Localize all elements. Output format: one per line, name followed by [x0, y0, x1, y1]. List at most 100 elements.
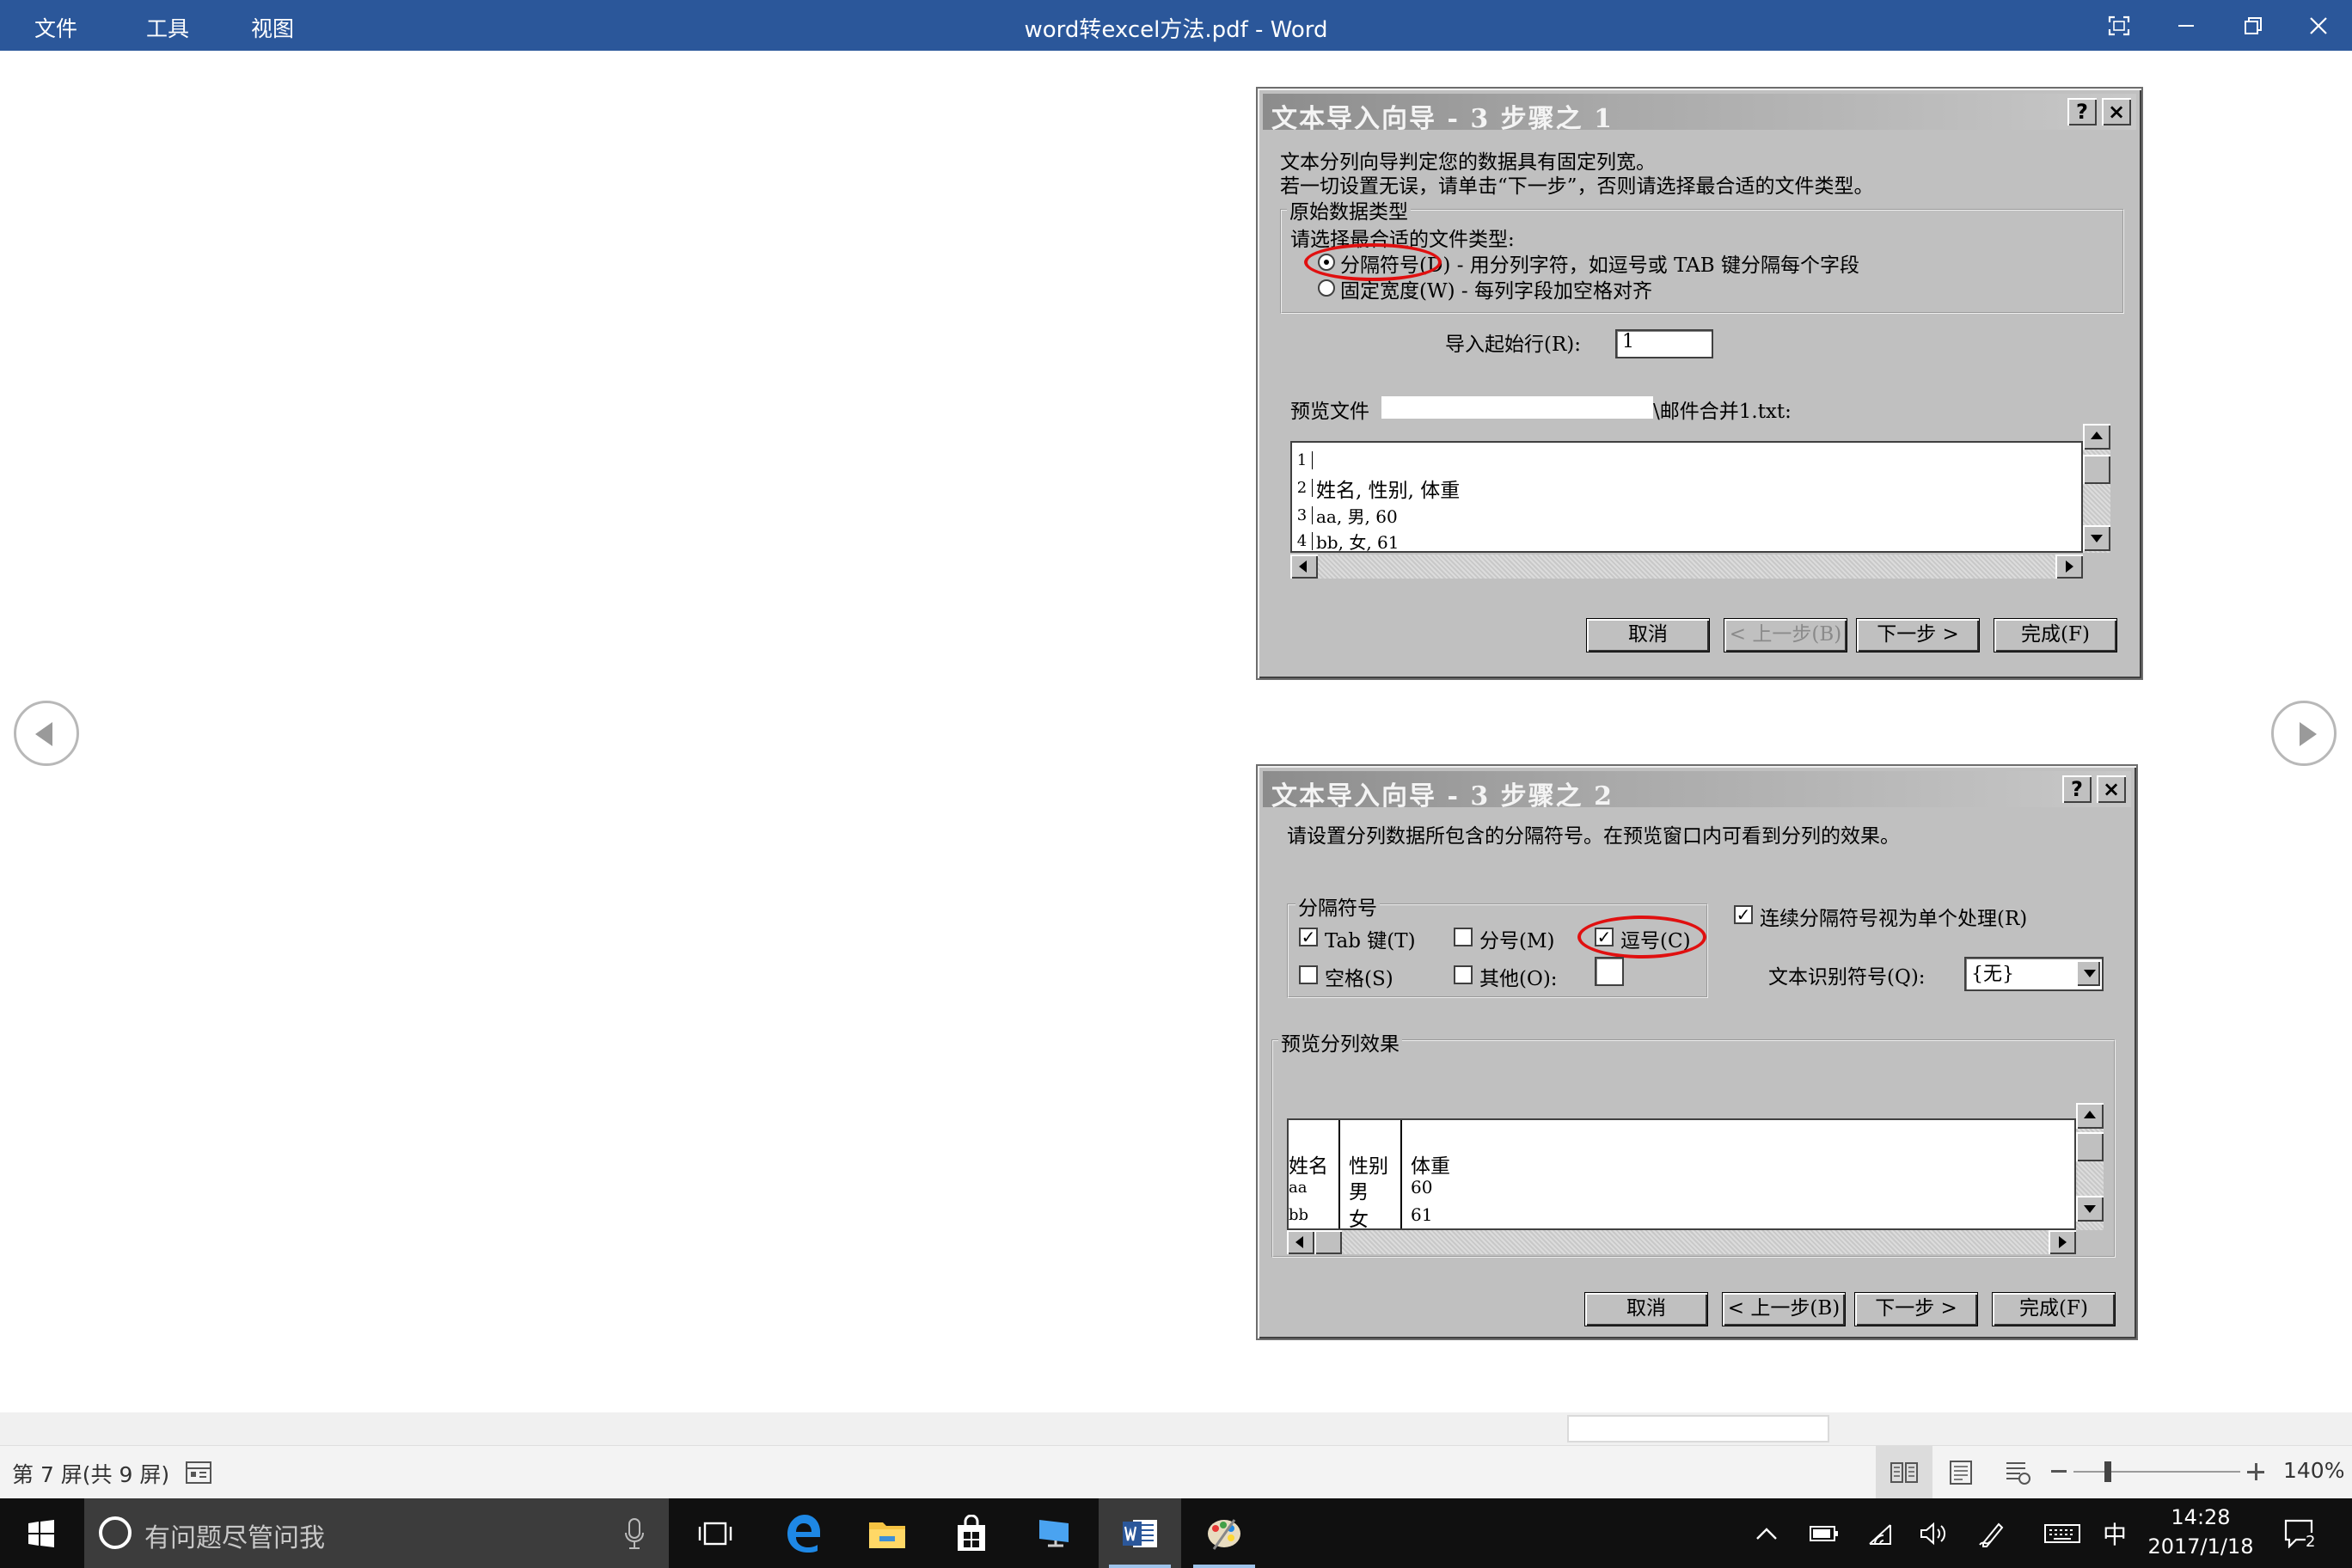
fixed-width-radio-label: 固定宽度(W) - 每列字段加空格对齐 [1340, 280, 1652, 303]
horizontal-scrollbar [1290, 554, 2083, 579]
minimize-button[interactable] [2153, 0, 2220, 51]
wifi-button[interactable] [1855, 1498, 1903, 1568]
clock-date[interactable]: 2017/1/18 [2141, 1534, 2261, 1559]
read-mode-button[interactable] [1876, 1446, 1932, 1499]
word-icon [1123, 1519, 1157, 1547]
preview-row-text: 姓名, 性别, 体重 [1316, 480, 1461, 502]
print-layout-button[interactable] [1932, 1446, 1989, 1499]
web-layout-icon [2006, 1462, 2030, 1485]
preview-cell: aa [1289, 1179, 1308, 1197]
text-import-wizard-step2-image: 文本导入向导 - 3 步骤之 2 ? × 请设置分列数据所包含的分隔符号。在预览… [1256, 764, 2138, 1340]
preview-row-number: 2 [1292, 479, 1313, 497]
other-checkbox-label: 其他(O): [1479, 968, 1558, 990]
battery-button[interactable] [1800, 1498, 1848, 1568]
zoom-level[interactable]: 140% [2283, 1458, 2344, 1483]
task-view-button[interactable] [674, 1498, 756, 1568]
other-checkbox [1454, 965, 1473, 984]
horizontal-scrollbar[interactable] [0, 1412, 2352, 1445]
word-app-button[interactable] [1099, 1498, 1181, 1568]
show-hidden-icons-button[interactable] [1745, 1498, 1788, 1568]
description-line-2: 若一切设置无误，请单击“下一步”，否则请选择最合适的文件类型。 [1280, 175, 1874, 198]
speaker-icon [1920, 1522, 1946, 1545]
consecutive-delimiters-checkbox: ✓ [1734, 905, 1753, 924]
start-button[interactable] [0, 1498, 83, 1568]
column-divider [1338, 1120, 1340, 1228]
notification-count: 2 [2306, 1533, 2316, 1551]
next-button: 下一步 > [1854, 1292, 1978, 1326]
microphone-icon[interactable] [624, 1517, 645, 1550]
edge-icon [787, 1514, 820, 1553]
windows-logo-icon [28, 1519, 54, 1547]
window-title: word转excel方法.pdf - Word [1024, 17, 1328, 43]
paint-app-button[interactable] [1183, 1498, 1265, 1568]
volume-button[interactable] [1910, 1498, 1958, 1568]
dialog-title: 文本导入向导 - 3 步骤之 2 [1271, 781, 1614, 812]
proofing-icon[interactable] [184, 1458, 213, 1491]
close-icon: × [2102, 98, 2131, 126]
scroll-right-icon [2055, 554, 2083, 579]
next-button: 下一步 > [1856, 618, 1980, 652]
close-icon: × [2097, 775, 2126, 803]
finish-button: 完成(F) [1992, 1292, 2116, 1326]
clock-time[interactable]: 14:28 [2149, 1505, 2252, 1529]
zoom-in-icon[interactable] [2247, 1463, 2264, 1480]
preview-file-name: \邮件合并1.txt: [1653, 401, 1792, 423]
preview-cell: 男 [1349, 1181, 1369, 1204]
restore-button[interactable] [2220, 0, 2287, 51]
dialog-title-bar: 文本导入向导 - 3 步骤之 2 ? × [1263, 771, 2131, 812]
previous-page-arrow-icon[interactable] [14, 701, 79, 766]
scroll-up-icon [2083, 424, 2110, 450]
zoom-out-icon[interactable] [2051, 1470, 2067, 1473]
remote-desktop-button[interactable] [1014, 1498, 1097, 1568]
next-page-arrow-icon[interactable] [2271, 701, 2337, 766]
text-qualifier-label: 文本识别符号(Q): [1768, 966, 1926, 989]
preview-file-label: 预览文件 [1290, 401, 1369, 423]
dialog-title-bar: 文本导入向导 - 3 步骤之 1 ? × [1263, 94, 2136, 134]
scroll-thumb [2083, 455, 2110, 484]
group-label: 原始数据类型 [1287, 195, 1411, 224]
cortana-search-box[interactable]: 有问题尽管问我 [84, 1498, 669, 1568]
column-divider [1400, 1120, 1402, 1228]
zoom-slider[interactable] [2073, 1471, 2240, 1473]
pen-button[interactable] [1969, 1498, 2017, 1568]
close-icon [2310, 16, 2327, 34]
input-method-indicator[interactable]: 中 [2098, 1498, 2132, 1568]
scroll-down-icon [2083, 525, 2110, 551]
monitor-icon [1039, 1519, 1069, 1547]
scroll-left-icon [1287, 1230, 1314, 1254]
preview-row-number: 3 [1292, 506, 1313, 524]
store-button[interactable] [930, 1498, 1013, 1568]
fullscreen-button[interactable] [2086, 0, 2153, 51]
restore-icon [2245, 16, 2262, 34]
text-import-wizard-step1-image: 文本导入向导 - 3 步骤之 1 ? × 文本分列向导判定您的数据具有固定列宽。… [1256, 87, 2143, 680]
column-preview-box: 姓名 性别 体重 aa 男 60 bb 女 61 [1287, 1118, 2076, 1230]
paint-palette-icon [1208, 1518, 1240, 1550]
horizontal-scroll-thumb[interactable] [1567, 1415, 1829, 1442]
taskbar: 有问题尽管问我 中 14:28 2017/1/18 2 [0, 1498, 2352, 1568]
consecutive-delimiters-label: 连续分隔符号视为单个处理(R) [1760, 908, 2028, 930]
preview-cell: 61 [1411, 1204, 1433, 1225]
close-button[interactable] [2285, 0, 2352, 51]
web-layout-button[interactable] [1989, 1446, 2046, 1499]
file-explorer-button[interactable] [846, 1498, 928, 1568]
scroll-left-icon [1290, 554, 1318, 579]
tab-checkbox: ✓ [1299, 928, 1318, 946]
dialog-title: 文本导入向导 - 3 步骤之 1 [1271, 104, 1614, 134]
fullscreen-icon [2108, 15, 2130, 35]
cancel-button: 取消 [1584, 1292, 1708, 1326]
preview-cell: bb [1289, 1206, 1309, 1224]
touch-keyboard-button[interactable] [2034, 1498, 2091, 1568]
file-preview-box: 1 2 姓名, 性别, 体重 3 aa, 男, 60 4 bb, 女, 61 [1290, 441, 2083, 553]
zoom-slider-thumb[interactable] [2104, 1461, 2111, 1482]
other-delimiter-field [1595, 957, 1624, 986]
start-row-field: 1 [1615, 329, 1713, 358]
action-center-button[interactable]: 2 [2275, 1498, 2326, 1568]
preview-row-text: bb, 女, 61 [1316, 532, 1400, 553]
wifi-icon [1869, 1523, 1891, 1545]
help-icon: ? [2067, 98, 2097, 126]
scroll-right-icon [2049, 1230, 2076, 1254]
status-bar: 第 7 屏(共 9 屏) 140% [0, 1445, 2352, 1499]
tab-checkbox-label: Tab 键(T) [1325, 930, 1416, 952]
dropdown-arrow-icon [2076, 960, 2100, 986]
edge-browser-button[interactable] [762, 1498, 844, 1568]
